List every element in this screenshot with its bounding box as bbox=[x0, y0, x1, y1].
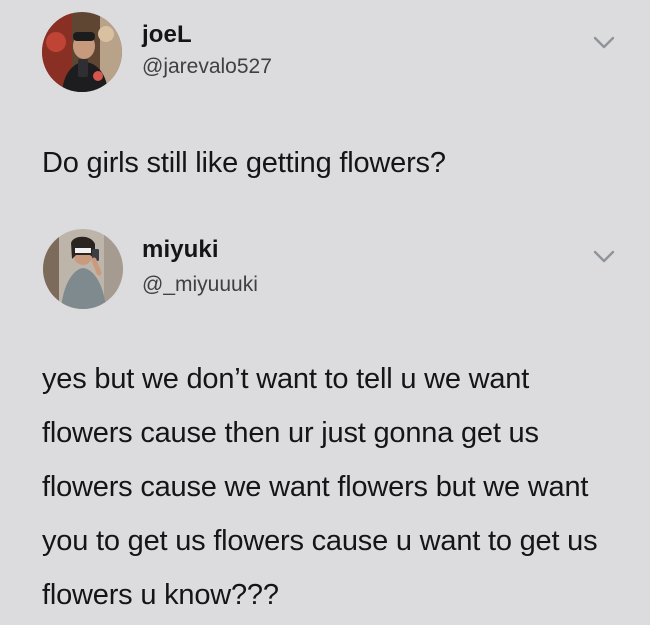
avatar[interactable] bbox=[43, 229, 123, 309]
display-name[interactable]: miyuki bbox=[142, 236, 219, 264]
display-name[interactable]: joeL bbox=[142, 21, 192, 49]
tweet-miyuki: miyuki @_miyuuuki yes but we don’t want … bbox=[0, 215, 650, 625]
chevron-down-icon[interactable] bbox=[592, 35, 616, 51]
tweet-text: Do girls still like getting flowers? bbox=[42, 147, 446, 179]
avatar[interactable] bbox=[42, 12, 122, 92]
user-avatar-image bbox=[43, 229, 123, 309]
tweet-text: yes but we don’t want to tell u we want … bbox=[42, 363, 598, 611]
user-handle[interactable]: @_miyuuuki bbox=[142, 273, 258, 297]
user-avatar-image bbox=[42, 12, 122, 92]
tweet-joel: joeL @jarevalo527 Do girls still like ge… bbox=[0, 0, 650, 215]
user-handle[interactable]: @jarevalo527 bbox=[142, 55, 272, 79]
chevron-down-icon[interactable] bbox=[592, 249, 616, 265]
